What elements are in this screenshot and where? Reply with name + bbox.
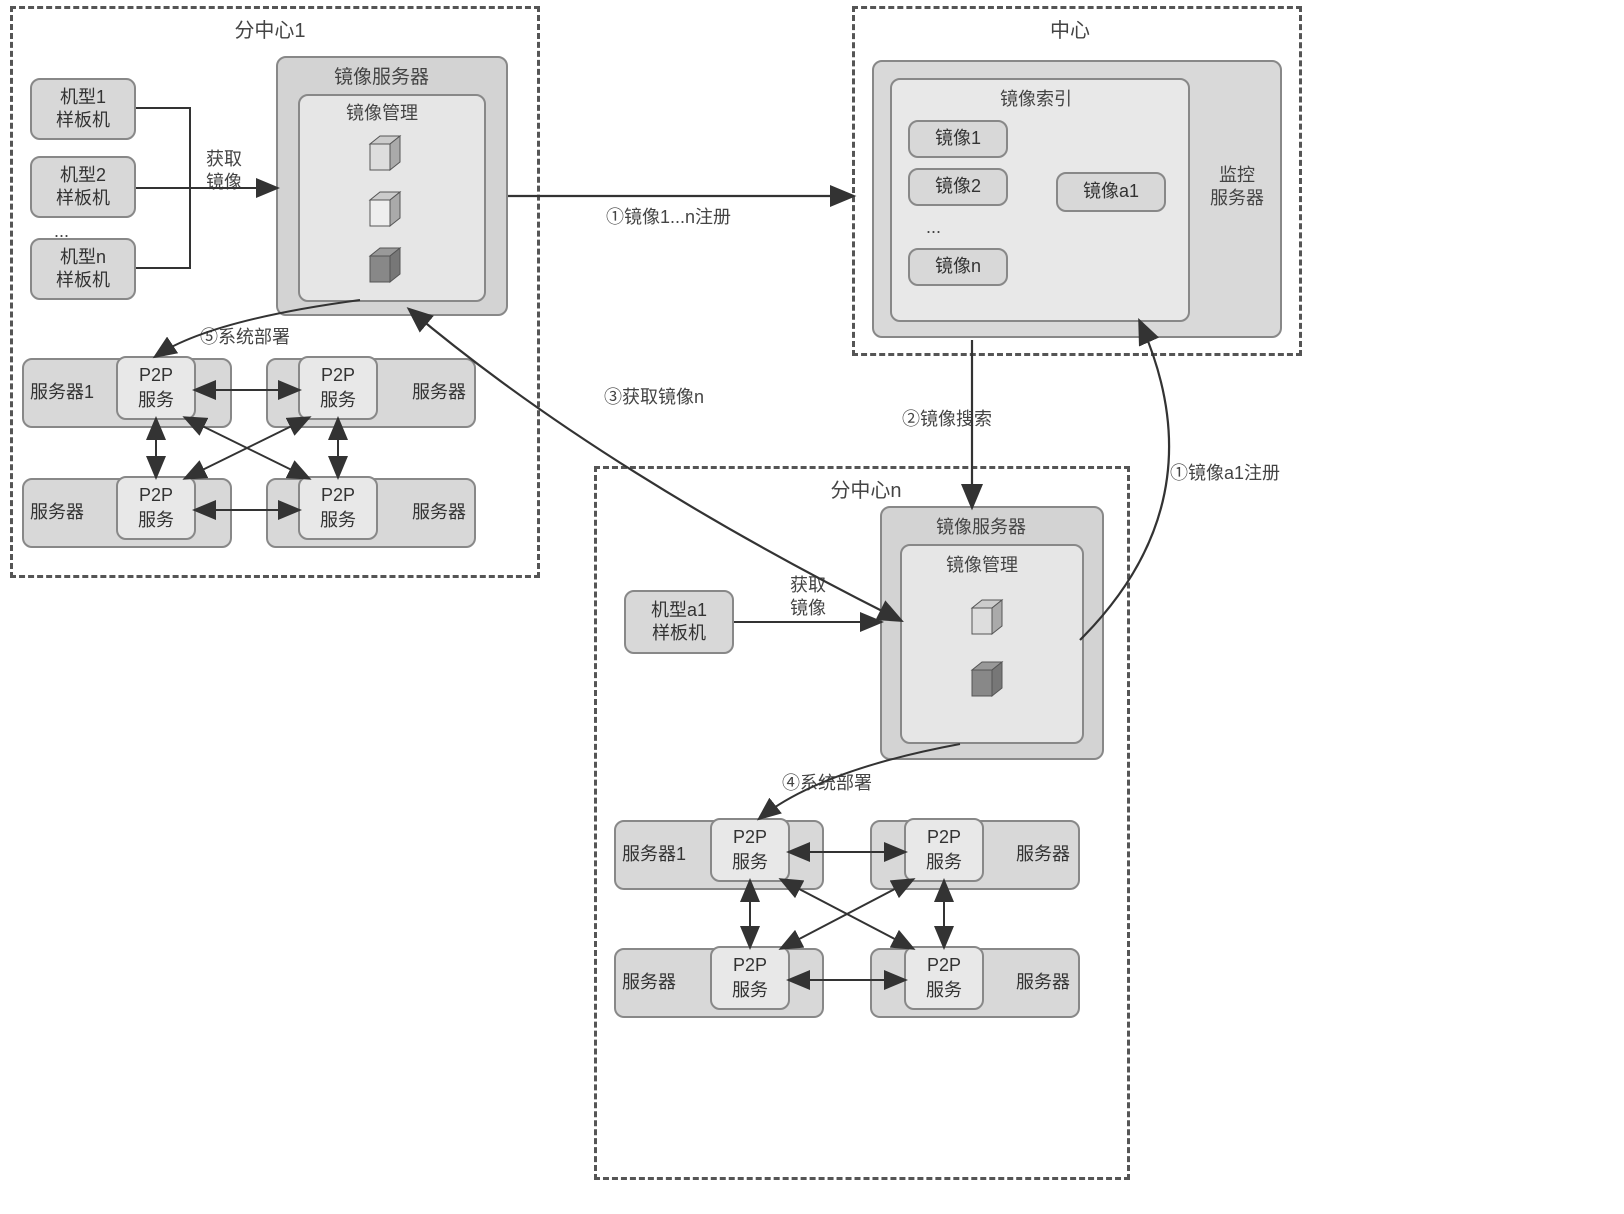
- p2p-box: P2P 服务: [298, 476, 378, 540]
- template-line2: 样板机: [56, 109, 110, 132]
- mirror-index-title: 镜像索引: [1000, 88, 1072, 111]
- search-label: ②镜像搜索: [902, 408, 992, 431]
- server-label: 服务器: [622, 971, 676, 994]
- template-line2: 样板机: [652, 622, 706, 645]
- server-label: 服务器1: [30, 381, 94, 404]
- register-a1-label: ①镜像a1注册: [1170, 462, 1280, 485]
- mirror-mgmt-n-title: 镜像管理: [946, 554, 1018, 577]
- p2p-box: P2P 服务: [904, 946, 984, 1010]
- register-1n-label: ①镜像1...n注册: [606, 206, 731, 229]
- deploy-label-n: ④系统部署: [782, 772, 872, 795]
- template-line1: 机型1: [60, 86, 106, 109]
- mirror-item: 镜像2: [908, 168, 1008, 206]
- deploy-label-1: ⑤系统部署: [200, 326, 290, 349]
- center-title: 中心: [1020, 14, 1120, 43]
- get-image-label-1: 获取 镜像: [206, 148, 242, 195]
- get-n-label: ③获取镜像n: [604, 386, 704, 409]
- server-label: 服务器: [30, 501, 84, 524]
- cube-icon: [360, 244, 410, 288]
- mirror-item: 镜像n: [908, 248, 1008, 286]
- get-image-label-n: 获取 镜像: [790, 574, 826, 621]
- cube-icon: [962, 596, 1012, 640]
- template-box-1: 机型1 样板机: [30, 78, 136, 140]
- server-label: 服务器: [1016, 843, 1070, 866]
- server-label: 服务器1: [622, 843, 686, 866]
- p2p-box: P2P 服务: [904, 818, 984, 882]
- monitor-server-label: 监控 服务器: [1210, 164, 1264, 211]
- template-box-n: 机型n 样板机: [30, 238, 136, 300]
- template-line2: 样板机: [56, 187, 110, 210]
- template-box-a1: 机型a1 样板机: [624, 590, 734, 654]
- mirror-server-n-title: 镜像服务器: [936, 516, 1026, 539]
- p2p-box: P2P 服务: [116, 476, 196, 540]
- mirror-item-a1: 镜像a1: [1056, 172, 1166, 212]
- mirror-item: 镜像1: [908, 120, 1008, 158]
- subcenter1-title: 分中心1: [210, 14, 330, 43]
- mirror-mgmt-1-title: 镜像管理: [346, 102, 418, 125]
- template-box-2: 机型2 样板机: [30, 156, 136, 218]
- mirror-ellipsis: ...: [926, 216, 941, 239]
- mirror-server-1-title: 镜像服务器: [334, 66, 429, 91]
- template-line2: 样板机: [56, 269, 110, 292]
- template-line1: 机型2: [60, 164, 106, 187]
- cube-icon: [360, 132, 410, 176]
- server-label: 服务器: [412, 381, 466, 404]
- cube-icon: [962, 658, 1012, 702]
- cube-icon: [360, 188, 410, 232]
- subcenterN-title: 分中心n: [806, 474, 926, 503]
- template-line1: 机型n: [60, 246, 106, 269]
- server-label: 服务器: [412, 501, 466, 524]
- template-line1: 机型a1: [651, 599, 707, 622]
- p2p-box: P2P 服务: [116, 356, 196, 420]
- p2p-box: P2P 服务: [710, 818, 790, 882]
- p2p-box: P2P 服务: [298, 356, 378, 420]
- server-label: 服务器: [1016, 971, 1070, 994]
- p2p-box: P2P 服务: [710, 946, 790, 1010]
